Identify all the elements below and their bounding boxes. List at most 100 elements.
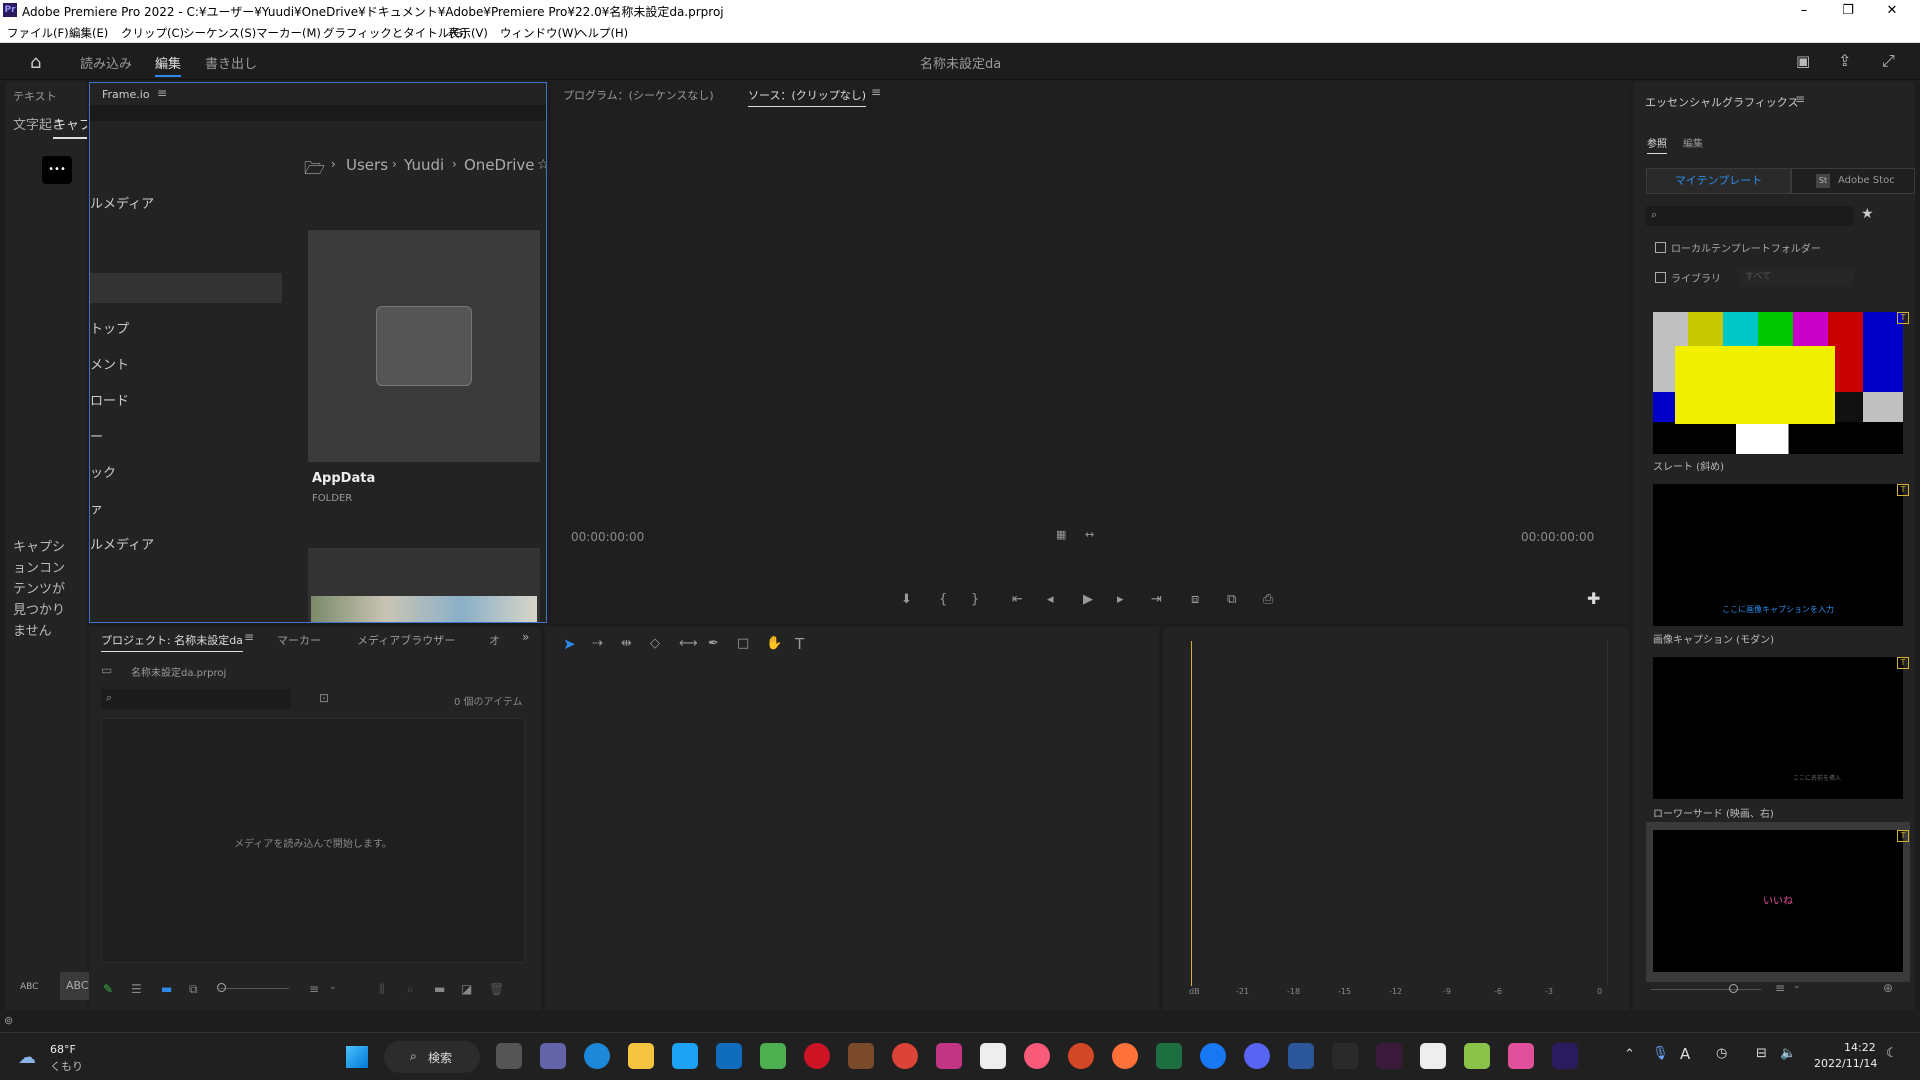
pen-icon[interactable]: ✒ (708, 636, 719, 651)
fullscreen-icon[interactable]: ⤢ (1882, 51, 1895, 71)
epic-games-icon[interactable] (1332, 1043, 1358, 1069)
tab-media-browser[interactable]: メディアブラウザー (357, 632, 455, 648)
rectangle-icon[interactable]: □ (737, 636, 749, 651)
ripple-edit-icon[interactable]: ⇹ (621, 636, 632, 651)
new-bin-icon[interactable]: ▬ (434, 982, 445, 996)
panel-menu-icon[interactable]: ≡ (871, 85, 881, 99)
twitter-icon[interactable] (672, 1043, 698, 1069)
clock-time[interactable]: 14:22 (1844, 1041, 1876, 1054)
share-icon[interactable]: ⇪ (1838, 51, 1851, 70)
install-template-icon[interactable]: ⊕ (1883, 981, 1893, 995)
sort-icon[interactable]: ≡ (1775, 981, 1785, 995)
tab-text[interactable]: テキスト (13, 88, 57, 104)
new-item-icon[interactable]: ◪ (461, 982, 472, 996)
menu-edit[interactable]: 編集(E) (69, 25, 108, 41)
timecode-left[interactable]: 00:00:00:00 (571, 530, 644, 544)
eg-search-input[interactable]: ⌕ (1646, 206, 1854, 226)
network-icon[interactable]: ⊟ (1756, 1046, 1767, 1061)
file-icon[interactable] (1420, 1043, 1446, 1069)
app-icon[interactable] (848, 1043, 874, 1069)
breadcrumb-users[interactable]: Users (346, 156, 388, 174)
frameio-selected-item[interactable] (90, 273, 282, 303)
media-thumbnail[interactable] (308, 548, 540, 622)
weather-temp[interactable]: 68°F (50, 1043, 76, 1056)
fit-icon[interactable]: ↔ (1085, 528, 1094, 541)
favorite-star-icon[interactable]: ★ (1861, 206, 1874, 222)
list-item[interactable]: ロード (90, 390, 129, 409)
mark-out-icon[interactable]: } (971, 592, 979, 607)
tab-other[interactable]: オ (489, 632, 500, 648)
list-item[interactable]: メント (90, 354, 129, 373)
game-icon[interactable] (1464, 1043, 1490, 1069)
notepad-icon[interactable] (980, 1043, 1006, 1069)
menu-sequence[interactable]: シーケンス(S) (183, 25, 256, 41)
notification-icon[interactable]: ☾ (1886, 1046, 1898, 1061)
template-card-selected[interactable]: いいね (1646, 822, 1910, 982)
overwrite-icon[interactable]: ⧉ (1227, 592, 1236, 607)
edge-icon[interactable] (584, 1043, 610, 1069)
pencil-icon[interactable]: ✎ (103, 982, 113, 996)
zoom-slider[interactable] (219, 988, 289, 989)
zoom-slider-handle[interactable] (217, 983, 226, 992)
tab-edit[interactable]: 編集 (155, 53, 182, 77)
thumbnail-size-slider[interactable] (1651, 989, 1761, 990)
panel-menu-icon[interactable]: ≡ (244, 630, 254, 644)
ime-icon[interactable]: A (1680, 1045, 1690, 1063)
sort-icon[interactable]: ≡ (309, 982, 319, 996)
vegas-icon[interactable] (1376, 1043, 1402, 1069)
thumbnail-size-handle[interactable] (1729, 984, 1738, 993)
clock-icon[interactable]: ◷ (1716, 1046, 1727, 1061)
menu-graphics[interactable]: グラフィックとタイトル(G) (323, 25, 467, 41)
find-icon[interactable]: ⌕ (407, 982, 414, 997)
chevron-down-icon[interactable]: ⌄ (1793, 981, 1801, 991)
go-to-in-icon[interactable]: ⇤ (1012, 592, 1023, 607)
settings-icon[interactable]: ▦ (1056, 528, 1066, 541)
list-item[interactable]: トップ (90, 318, 129, 337)
expand-icon[interactable]: » (522, 630, 529, 644)
library-checkbox[interactable] (1655, 272, 1666, 283)
explorer-icon[interactable] (628, 1043, 654, 1069)
home-icon[interactable]: ⌂ (30, 52, 41, 73)
automate-icon[interactable]: ⫼ (379, 982, 385, 997)
hand-icon[interactable]: ✋ (766, 636, 782, 651)
project-search-input[interactable]: ⌕ (101, 689, 291, 709)
library-select[interactable]: すべて (1739, 269, 1854, 286)
tab-source[interactable]: ソース：(クリップなし) (748, 87, 867, 107)
local-folder-checkbox[interactable] (1655, 242, 1666, 253)
insert-icon[interactable]: ⧈ (1191, 592, 1199, 607)
chrome-icon[interactable] (892, 1043, 918, 1069)
microphone-icon[interactable]: 🎙 (1652, 1046, 1669, 1061)
powerpoint-icon[interactable] (1068, 1043, 1094, 1069)
go-to-out-icon[interactable]: ⇥ (1151, 592, 1162, 607)
type-tool-icon[interactable]: T (795, 635, 804, 653)
instagram-icon[interactable] (936, 1043, 962, 1069)
icon-view-icon[interactable]: ▬ (161, 982, 172, 996)
discord-icon[interactable] (1244, 1043, 1270, 1069)
menu-clip[interactable]: クリップ(C) (121, 25, 184, 41)
chevron-down-icon[interactable]: ⌄ (329, 982, 337, 992)
task-view-icon[interactable] (496, 1043, 522, 1069)
new-bin-search-icon[interactable]: ⊡ (319, 691, 329, 705)
close-button[interactable]: ✕ (1872, 1, 1912, 21)
freeform-view-icon[interactable]: ⧉ (189, 982, 198, 997)
panel-menu-icon[interactable]: ≡ (157, 86, 167, 100)
list-item[interactable]: ック (90, 462, 116, 481)
play-icon[interactable]: ▶ (1083, 592, 1093, 607)
more-options-button[interactable]: ••• (42, 156, 72, 184)
step-forward-icon[interactable]: ▸ (1117, 592, 1124, 607)
tab-markers[interactable]: マーカー (277, 632, 321, 648)
start-icon[interactable] (346, 1046, 368, 1068)
breadcrumb-yuudi[interactable]: Yuudi (404, 156, 444, 174)
list-view-icon[interactable]: ☰ (131, 982, 142, 996)
menu-view[interactable]: 表示(V) (448, 25, 488, 41)
add-button-icon[interactable]: ✚ (1587, 589, 1600, 608)
trash-icon[interactable]: 🗑 (489, 982, 504, 996)
panel-menu-icon[interactable]: ≡ (1795, 92, 1805, 106)
app-pink-icon[interactable] (1508, 1043, 1534, 1069)
maximize-button[interactable]: ❐ (1828, 1, 1868, 21)
menu-window[interactable]: ウィンドウ(W) (500, 25, 578, 41)
tab-browse[interactable]: 参照 (1647, 135, 1667, 154)
tab-export[interactable]: 書き出し (205, 53, 257, 72)
track-select-icon[interactable]: ⇢ (592, 636, 603, 651)
star-icon[interactable]: ☆ (537, 157, 546, 173)
